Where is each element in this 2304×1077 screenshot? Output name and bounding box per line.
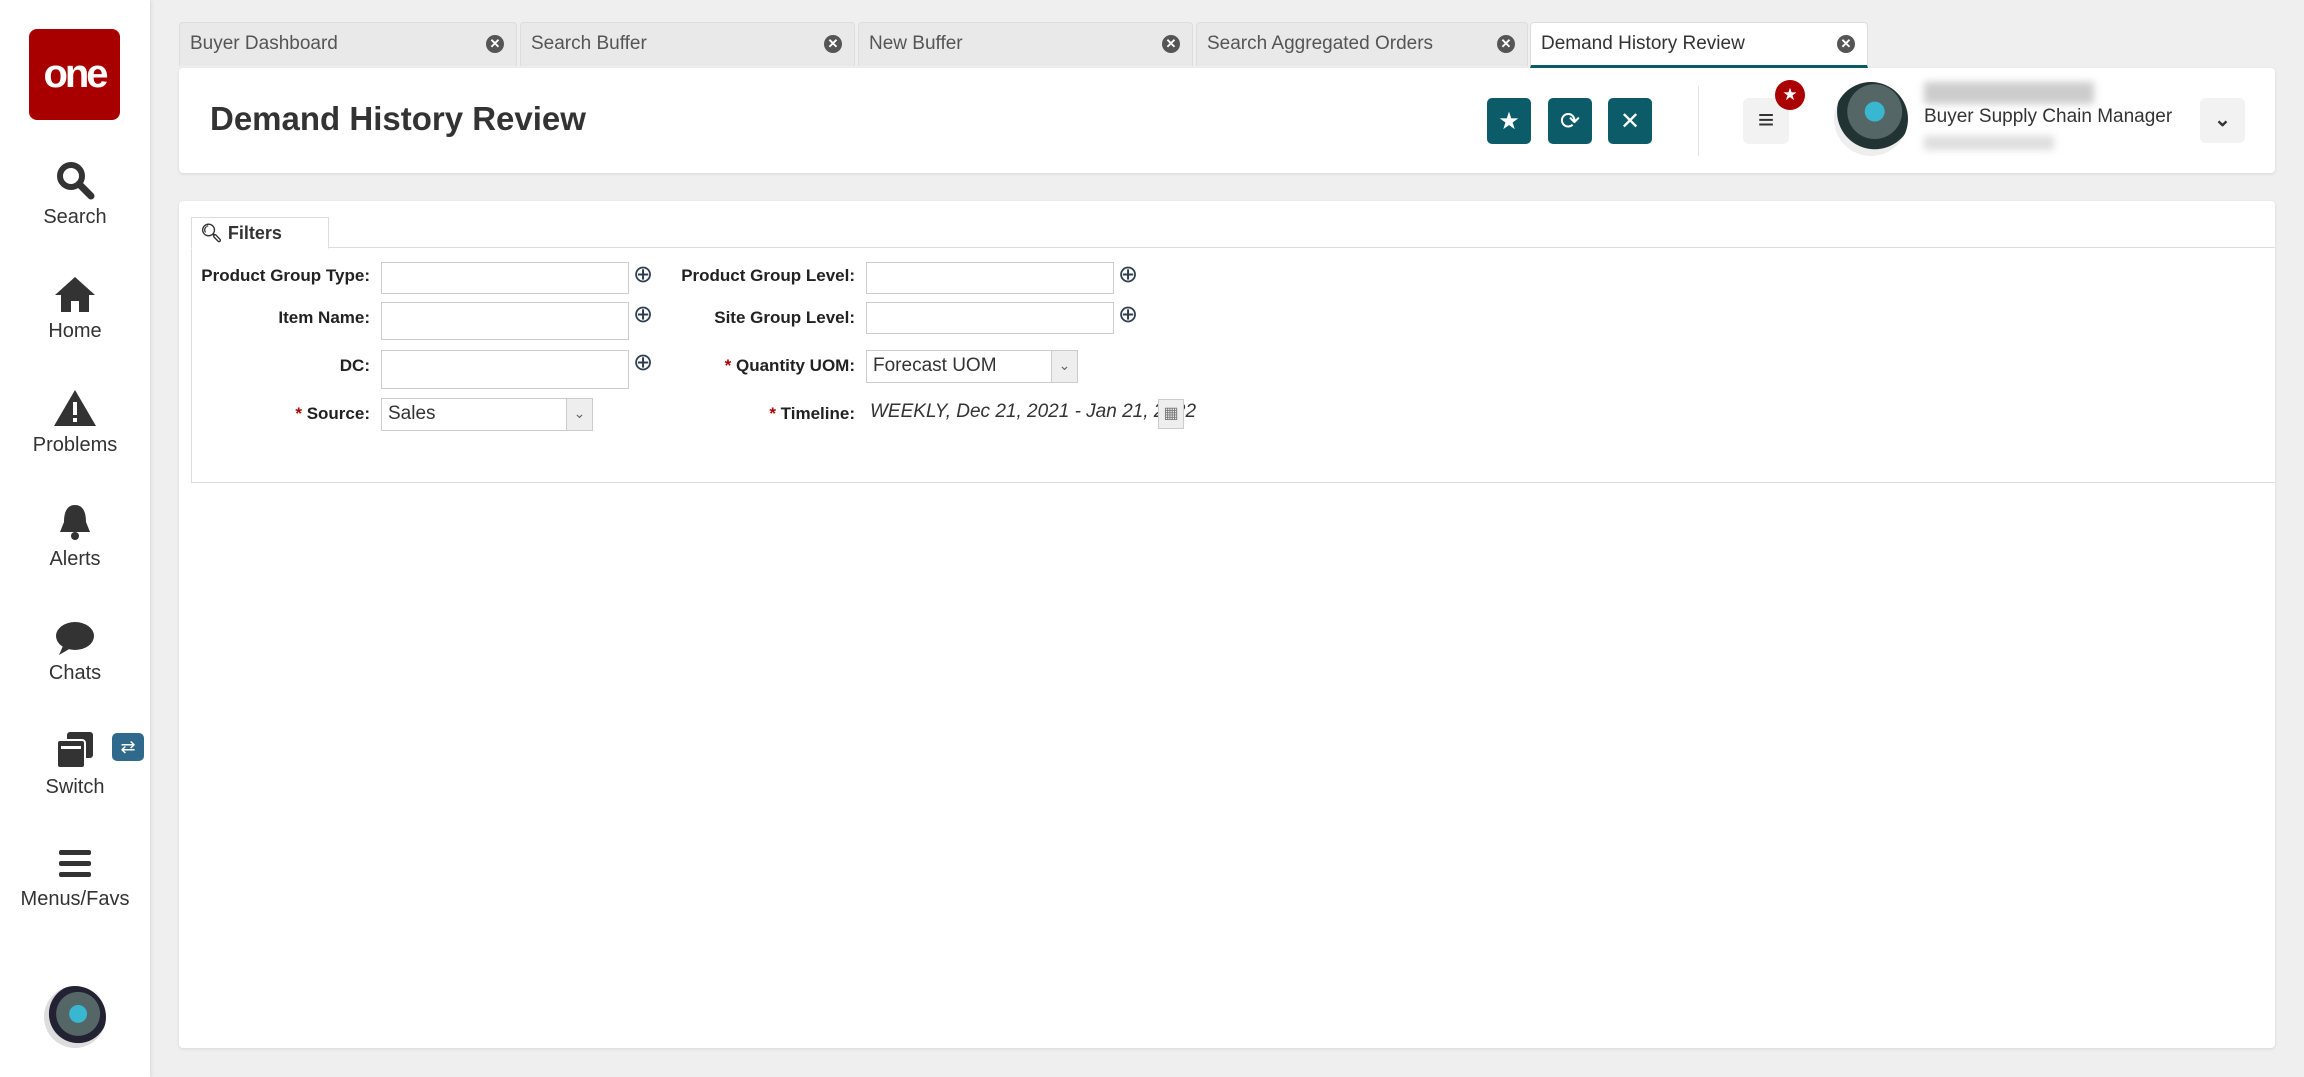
user-avatar[interactable] — [44, 986, 106, 1048]
source-select[interactable]: Sales ⌄ — [381, 398, 593, 431]
tab-search-aggregated-orders[interactable]: Search Aggregated Orders ✕ — [1196, 22, 1528, 66]
refresh-icon: ⟳ — [1559, 107, 1581, 135]
product-group-level-label: Product Group Level: — [681, 266, 855, 285]
product-group-level-input[interactable] — [866, 262, 1114, 294]
item-name-label: Item Name: — [278, 308, 370, 327]
tab-new-buffer[interactable]: New Buffer ✕ — [858, 22, 1193, 66]
dc-label: DC: — [339, 356, 370, 375]
user-name-blurred — [1924, 82, 2094, 104]
sidebar-item-chats[interactable]: Chats — [0, 620, 150, 685]
hamburger-icon: ≡ — [1757, 104, 1775, 135]
bell-icon — [60, 505, 90, 540]
close-tab-icon[interactable]: ✕ — [1497, 35, 1515, 53]
site-group-level-input[interactable] — [866, 302, 1114, 334]
search-icon — [57, 162, 95, 200]
quantity-uom-select[interactable]: Forecast UOM ⌄ — [866, 350, 1078, 383]
calendar-icon[interactable]: ▦ — [1158, 399, 1184, 429]
close-tab-icon[interactable]: ✕ — [486, 35, 504, 53]
switch-badge-icon: ⇄ — [112, 733, 144, 761]
filters-tab[interactable]: 🔍︎ Filters — [191, 217, 329, 249]
page-header: Demand History Review ★ ⟳ ✕ ≡ ★ Buyer Su… — [179, 68, 2275, 173]
sidebar-item-problems[interactable]: Problems — [0, 388, 150, 457]
timeline-value[interactable]: WEEKLY, Dec 21, 2021 - Jan 21, 2022 — [870, 401, 1196, 423]
close-tab-icon[interactable]: ✕ — [1837, 35, 1855, 53]
tab-demand-history-review[interactable]: Demand History Review ✕ — [1530, 22, 1868, 68]
close-tab-icon[interactable]: ✕ — [1162, 35, 1180, 53]
star-icon: ★ — [1498, 107, 1520, 135]
favorites-badge-icon: ★ — [1775, 80, 1805, 110]
tab-buyer-dashboard[interactable]: Buyer Dashboard ✕ — [179, 22, 517, 66]
item-name-input[interactable] — [381, 302, 629, 340]
page-title: Demand History Review — [210, 100, 586, 137]
close-button[interactable]: ✕ — [1608, 98, 1652, 144]
tab-search-buffer[interactable]: Search Buffer ✕ — [520, 22, 855, 66]
switch-icon — [56, 732, 93, 769]
warning-icon — [54, 390, 96, 426]
sidebar-item-home[interactable]: Home — [0, 274, 150, 343]
site-group-level-label: Site Group Level: — [714, 308, 855, 327]
close-tab-icon[interactable]: ✕ — [824, 35, 842, 53]
menu-icon — [59, 850, 91, 877]
chevron-down-icon: ⌄ — [566, 399, 592, 430]
quantity-uom-label: * Quantity UOM: — [724, 356, 855, 375]
divider — [1698, 86, 1699, 156]
zoom-in-icon[interactable]: ⊕ — [1118, 300, 1138, 329]
sidebar-item-search[interactable]: Search — [0, 160, 150, 229]
home-icon — [55, 277, 95, 312]
user-email-blurred — [1924, 136, 2054, 150]
zoom-in-icon[interactable]: ⊕ — [1118, 260, 1138, 289]
chevron-down-icon: ⌄ — [1051, 351, 1077, 382]
main-panel: 🔍︎ Filters Product Group Type: ⊕ Item Na… — [179, 201, 2275, 1048]
sidebar-item-alerts[interactable]: Alerts — [0, 502, 150, 571]
chat-icon — [56, 622, 94, 655]
one-logo[interactable]: one — [29, 29, 120, 120]
dc-input[interactable] — [381, 350, 629, 389]
sidebar: one Search Home Problems Alerts Chats Sw… — [0, 0, 150, 1077]
product-group-type-input[interactable] — [381, 262, 629, 294]
user-avatar[interactable] — [1834, 82, 1908, 156]
sidebar-item-menus-favs[interactable]: Menus/Favs — [0, 846, 150, 911]
close-icon: ✕ — [1619, 107, 1641, 135]
chevron-down-icon: ⌄ — [2214, 109, 2231, 131]
user-menu-dropdown[interactable]: ⌄ — [2200, 98, 2245, 143]
search-icon: 🔍︎ — [200, 223, 223, 243]
refresh-button[interactable]: ⟳ — [1548, 98, 1592, 144]
timeline-label: * Timeline: — [769, 404, 855, 423]
user-role: Buyer Supply Chain Manager — [1924, 106, 2173, 127]
product-group-type-label: Product Group Type: — [201, 266, 370, 285]
source-label: * Source: — [295, 404, 370, 423]
favorite-button[interactable]: ★ — [1487, 98, 1531, 144]
